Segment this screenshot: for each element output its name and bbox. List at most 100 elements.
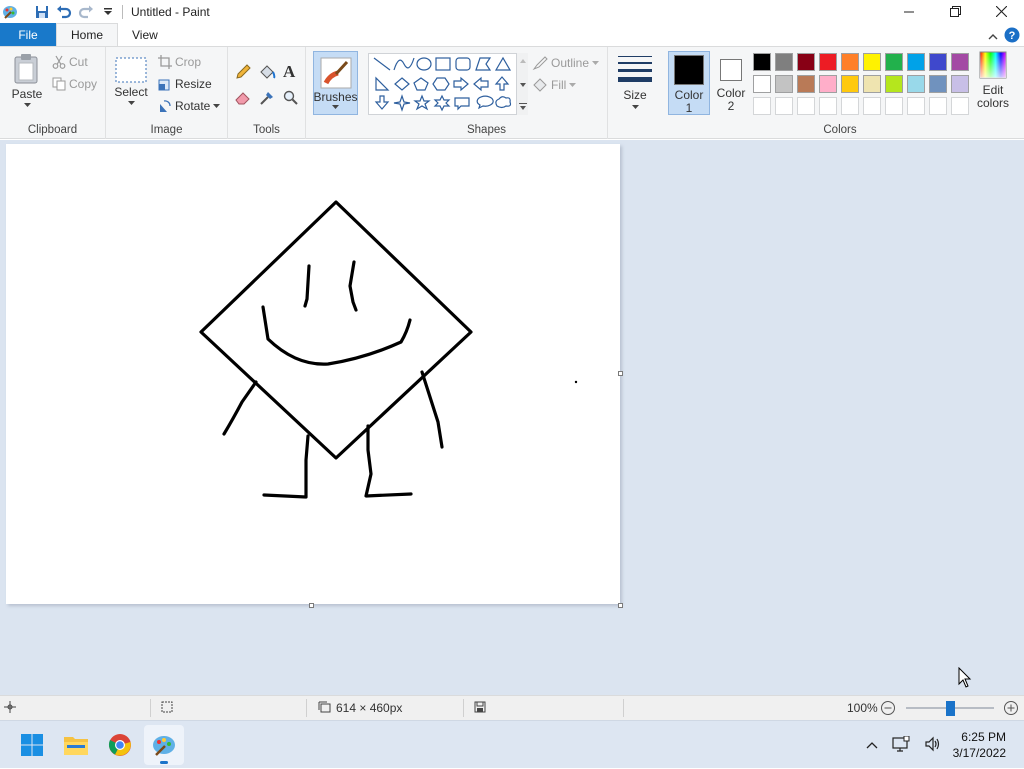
resize-button[interactable]: Resize <box>158 77 212 91</box>
eraser-icon[interactable] <box>234 89 252 107</box>
drawing-canvas[interactable] <box>6 144 620 604</box>
palette-color-swatch[interactable] <box>753 75 771 93</box>
status-separator <box>306 699 307 717</box>
palette-color-swatch[interactable] <box>775 53 793 71</box>
custom-color-slot[interactable] <box>907 97 925 115</box>
zoom-out-button[interactable] <box>880 696 896 720</box>
image-size: 614 × 460px <box>318 696 402 720</box>
palette-color-swatch[interactable] <box>885 53 903 71</box>
magnifier-icon[interactable] <box>282 89 300 107</box>
show-hidden-icons-icon[interactable] <box>866 738 878 752</box>
maximize-button[interactable] <box>932 0 978 23</box>
palette-color-swatch[interactable] <box>753 53 771 71</box>
color1-label-line2: 1 <box>685 101 693 115</box>
edit-colors-button[interactable]: Edit colors <box>976 51 1010 109</box>
canvas-workspace[interactable] <box>0 140 1024 695</box>
clock-date: 3/17/2022 <box>952 746 1006 760</box>
custom-color-slot[interactable] <box>775 97 793 115</box>
shapes-gallery <box>368 53 528 115</box>
text-tool-icon[interactable]: A <box>283 62 295 82</box>
fill-bucket-icon[interactable] <box>258 63 276 81</box>
palette-color-swatch[interactable] <box>819 75 837 93</box>
file-explorer-button[interactable] <box>56 725 96 765</box>
fill-dropdown-icon <box>569 83 577 87</box>
brushes-button[interactable]: Brushes <box>313 51 358 115</box>
tab-file[interactable]: File <box>0 23 56 46</box>
palette-color-swatch[interactable] <box>797 75 815 93</box>
palette-color-swatch[interactable] <box>929 75 947 93</box>
palette-color-swatch[interactable] <box>863 75 881 93</box>
shapes-group-label: Shapes <box>466 124 506 136</box>
palette-color-swatch[interactable] <box>841 53 859 71</box>
color-picker-icon[interactable] <box>258 89 276 107</box>
tab-home[interactable]: Home <box>56 23 119 46</box>
minimize-button[interactable] <box>886 0 932 23</box>
palette-color-swatch[interactable] <box>841 75 859 93</box>
pencil-icon[interactable] <box>234 63 252 81</box>
palette-color-swatch[interactable] <box>863 53 881 71</box>
close-button[interactable] <box>978 0 1024 23</box>
palette-color-swatch[interactable] <box>819 53 837 71</box>
palette-color-swatch[interactable] <box>951 53 969 71</box>
color2-label-line1: Color <box>716 86 746 100</box>
undo-icon[interactable] <box>54 2 74 22</box>
fill-label: Fill <box>551 78 567 92</box>
help-area: ? <box>988 27 1020 46</box>
chrome-button[interactable] <box>100 725 140 765</box>
color1-button[interactable]: Color 1 <box>668 51 710 115</box>
start-button[interactable] <box>12 725 52 765</box>
fill-button[interactable]: Fill <box>532 77 577 93</box>
paint-taskbar-button[interactable] <box>144 725 184 765</box>
palette-color-swatch[interactable] <box>907 75 925 93</box>
custom-color-slot[interactable] <box>841 97 859 115</box>
shapes-group: Outline Fill Shapes <box>366 47 608 139</box>
resize-handle-right[interactable] <box>618 371 623 376</box>
custom-color-slot[interactable] <box>753 97 771 115</box>
palette-color-swatch[interactable] <box>951 75 969 93</box>
network-icon[interactable] <box>892 735 910 755</box>
customize-qat-icon[interactable] <box>98 2 118 22</box>
resize-handle-corner[interactable] <box>618 603 623 608</box>
palette-color-swatch[interactable] <box>907 53 925 71</box>
zoom-in-button[interactable] <box>1003 696 1019 720</box>
crop-button[interactable]: Crop <box>158 55 201 69</box>
palette-color-swatch[interactable] <box>775 75 793 93</box>
custom-color-slot[interactable] <box>797 97 815 115</box>
fill-icon <box>532 77 548 93</box>
palette-color-swatch[interactable] <box>929 53 947 71</box>
minimize-ribbon-icon[interactable] <box>988 30 998 44</box>
palette-color-swatch[interactable] <box>797 53 815 71</box>
rotate-button[interactable]: Rotate <box>158 99 221 113</box>
paste-button[interactable]: Paste <box>8 53 46 107</box>
custom-color-slot[interactable] <box>929 97 947 115</box>
redo-icon[interactable] <box>76 2 96 22</box>
outline-button[interactable]: Outline <box>532 55 600 71</box>
custom-color-slot[interactable] <box>951 97 969 115</box>
zoom-slider-thumb[interactable] <box>946 701 955 716</box>
paste-icon <box>12 53 42 85</box>
color2-button[interactable]: Color 2 <box>712 51 750 115</box>
help-icon[interactable]: ? <box>1004 27 1020 46</box>
ribbon-tabs: File Home View <box>0 23 1024 46</box>
select-button[interactable]: Select <box>114 57 148 105</box>
size-button[interactable]: Size <box>618 55 652 109</box>
edit-colors-label-line1: Edit <box>982 83 1004 97</box>
resize-handle-bottom[interactable] <box>309 603 314 608</box>
size-dropdown-icon <box>631 105 639 109</box>
custom-color-slot[interactable] <box>885 97 903 115</box>
cut-button[interactable]: Cut <box>52 55 88 69</box>
volume-icon[interactable] <box>924 736 942 755</box>
copy-button[interactable]: Copy <box>52 77 97 91</box>
tab-view[interactable]: View <box>118 23 172 46</box>
paint-app-icon[interactable] <box>2 4 18 20</box>
custom-color-slot[interactable] <box>819 97 837 115</box>
clock[interactable]: 6:25 PM 3/17/2022 <box>953 729 1006 761</box>
clock-time: 6:25 PM <box>961 730 1006 744</box>
shapes-scrollbar[interactable] <box>516 53 528 115</box>
rotate-icon <box>158 99 172 113</box>
rectangle-shape-icon <box>435 57 451 71</box>
brush-icon <box>320 57 352 89</box>
palette-color-swatch[interactable] <box>885 75 903 93</box>
custom-color-slot[interactable] <box>863 97 881 115</box>
save-icon[interactable] <box>32 2 52 22</box>
